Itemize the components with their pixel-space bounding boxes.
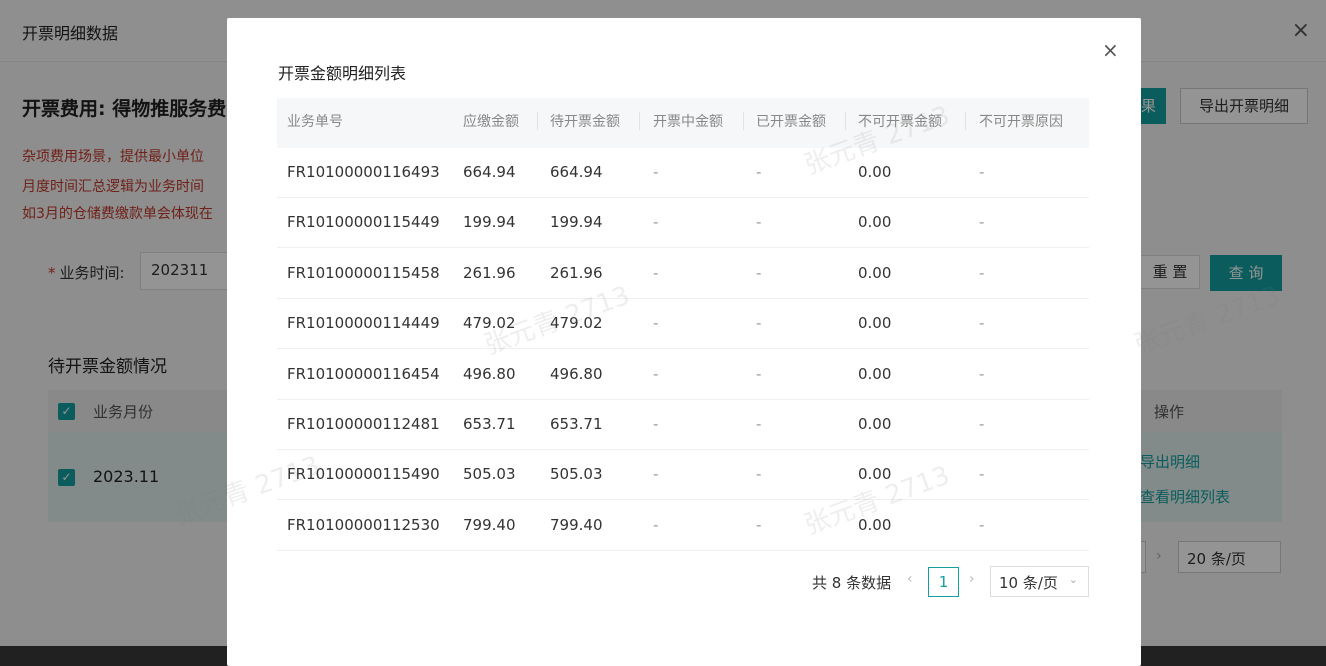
cell-payable: 505.03 xyxy=(463,465,516,484)
column-divider xyxy=(537,112,538,130)
column-header-payable: 应缴金额 xyxy=(463,114,519,130)
cell-in-progress: - xyxy=(653,314,659,333)
cell-order-no: FR10100000116493 xyxy=(287,163,440,181)
cell-non-invoiceable: 0.00 xyxy=(858,163,892,181)
cell-pending: 799.40 xyxy=(550,515,603,534)
cell-payable: 479.02 xyxy=(463,314,516,333)
cell-invoiced: - xyxy=(756,465,762,484)
column-header-pending: 待开票金额 xyxy=(550,114,620,130)
cell-non-invoiceable: 0.00 xyxy=(858,263,892,282)
table-row: FR10100000115490 505.03 505.03 - - 0.00 - xyxy=(277,450,1089,501)
pagination-total: 共 8 条数据 xyxy=(812,574,892,592)
cell-invoiced: - xyxy=(756,415,762,433)
cell-payable: 799.40 xyxy=(463,515,516,534)
cell-non-invoiceable: 0.00 xyxy=(858,465,892,484)
cell-order-no: FR10100000114449 xyxy=(287,314,440,333)
cell-reason: - xyxy=(979,515,985,534)
cell-in-progress: - xyxy=(653,465,659,484)
cell-in-progress: - xyxy=(653,415,659,433)
cell-order-no: FR10100000112530 xyxy=(287,515,440,534)
cell-payable: 496.80 xyxy=(463,364,516,383)
cell-pending: 199.94 xyxy=(550,213,603,232)
cell-in-progress: - xyxy=(653,364,659,383)
column-divider xyxy=(845,112,846,130)
detail-list-modal: 开票金额明细列表 × 业务单号 应缴金额 待开票金额 开票中金额 已开票金额 不… xyxy=(227,18,1141,666)
cell-invoiced: - xyxy=(756,163,762,181)
cell-pending: 479.02 xyxy=(550,314,603,333)
cell-order-no: FR10100000112481 xyxy=(287,415,440,433)
column-divider xyxy=(965,112,966,130)
table-row: FR10100000116454 496.80 496.80 - - 0.00 - xyxy=(277,350,1089,400)
page-button-1[interactable]: 1 xyxy=(928,567,959,597)
page-size-select[interactable]: 10 条/页 ⌄ xyxy=(990,566,1089,597)
table-row: FR10100000112530 799.40 799.40 - - 0.00 - xyxy=(277,501,1089,551)
prev-page-icon[interactable]: ‹ xyxy=(907,571,913,587)
table-row: FR10100000115449 199.94 199.94 - - 0.00 - xyxy=(277,198,1089,249)
cell-invoiced: - xyxy=(756,515,762,534)
cell-in-progress: - xyxy=(653,263,659,282)
column-divider xyxy=(639,112,640,130)
column-header-invoiced: 已开票金额 xyxy=(756,114,826,130)
column-header-order-no: 业务单号 xyxy=(287,114,343,130)
cell-pending: 496.80 xyxy=(550,364,603,383)
cell-payable: 664.94 xyxy=(463,163,516,181)
cell-order-no: FR10100000116454 xyxy=(287,364,440,383)
cell-reason: - xyxy=(979,213,985,232)
cell-payable: 199.94 xyxy=(463,213,516,232)
table-row: FR10100000114449 479.02 479.02 - - 0.00 - xyxy=(277,299,1089,350)
cell-payable: 261.96 xyxy=(463,263,516,282)
cell-pending: 505.03 xyxy=(550,465,603,484)
cell-pending: 653.71 xyxy=(550,415,603,433)
cell-invoiced: - xyxy=(756,364,762,383)
column-divider xyxy=(743,112,744,130)
cell-non-invoiceable: 0.00 xyxy=(858,415,892,433)
close-icon[interactable]: × xyxy=(1102,38,1119,62)
column-header-in-progress: 开票中金额 xyxy=(653,114,723,130)
cell-reason: - xyxy=(979,163,985,181)
cell-payable: 653.71 xyxy=(463,415,516,433)
cell-order-no: FR10100000115458 xyxy=(287,263,440,282)
table-row: FR10100000112481 653.71 653.71 - - 0.00 - xyxy=(277,400,1089,450)
chevron-down-icon: ⌄ xyxy=(1068,573,1078,586)
cell-reason: - xyxy=(979,364,985,383)
next-page-icon[interactable]: › xyxy=(969,571,975,587)
modal-title: 开票金额明细列表 xyxy=(278,64,407,83)
cell-reason: - xyxy=(979,465,985,484)
cell-in-progress: - xyxy=(653,163,659,181)
table-row: FR10100000115458 261.96 261.96 - - 0.00 - xyxy=(277,249,1089,299)
cell-pending: 664.94 xyxy=(550,163,603,181)
cell-order-no: FR10100000115490 xyxy=(287,465,440,484)
cell-order-no: FR10100000115449 xyxy=(287,213,440,232)
cell-non-invoiceable: 0.00 xyxy=(858,213,892,232)
cell-invoiced: - xyxy=(756,263,762,282)
cell-non-invoiceable: 0.00 xyxy=(858,515,892,534)
cell-invoiced: - xyxy=(756,213,762,232)
cell-in-progress: - xyxy=(653,515,659,534)
cell-in-progress: - xyxy=(653,213,659,232)
cell-reason: - xyxy=(979,314,985,333)
column-header-reason: 不可开票原因 xyxy=(979,114,1063,130)
cell-reason: - xyxy=(979,263,985,282)
column-header-non-invoiceable: 不可开票金额 xyxy=(858,114,942,130)
table-row: FR10100000116493 664.94 664.94 - - 0.00 - xyxy=(277,148,1089,198)
cell-pending: 261.96 xyxy=(550,263,603,282)
cell-reason: - xyxy=(979,415,985,433)
cell-invoiced: - xyxy=(756,314,762,333)
cell-non-invoiceable: 0.00 xyxy=(858,364,892,383)
cell-non-invoiceable: 0.00 xyxy=(858,314,892,333)
page-size-value: 10 条/页 xyxy=(999,574,1058,592)
